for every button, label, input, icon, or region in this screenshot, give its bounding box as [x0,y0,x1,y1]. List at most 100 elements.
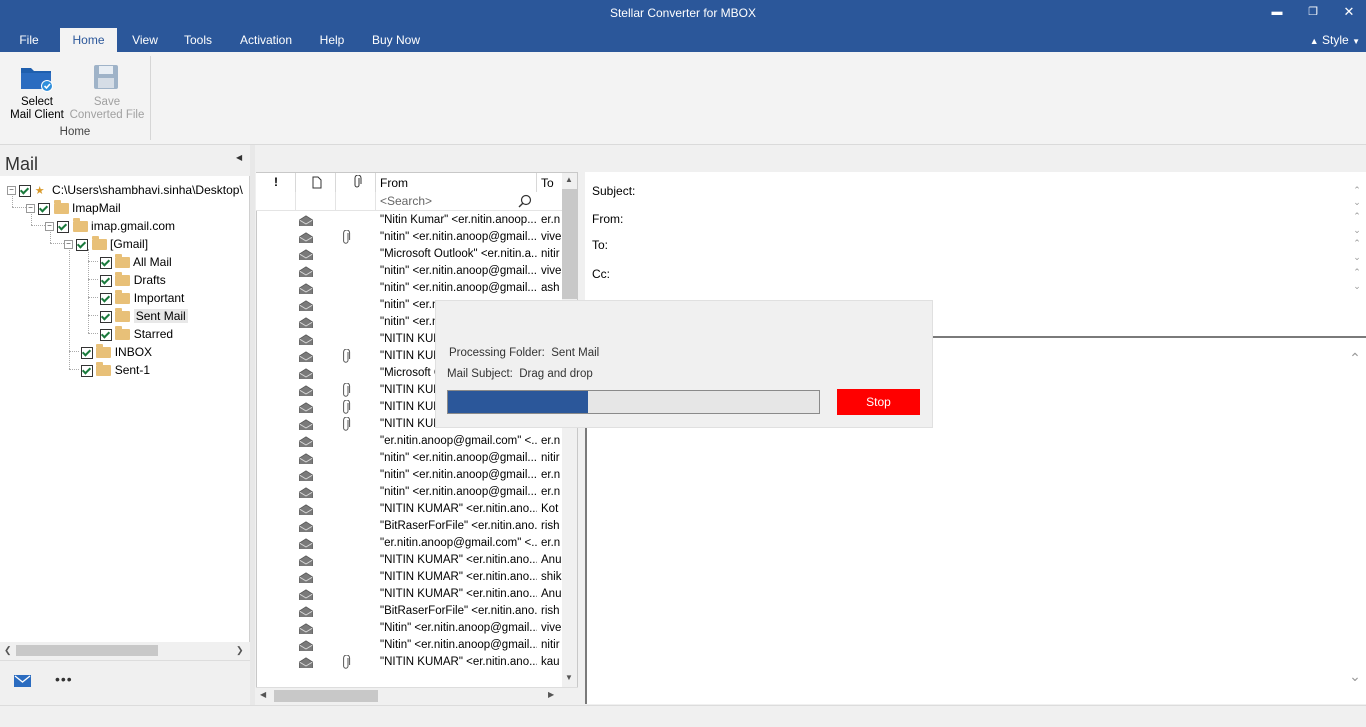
tree-item-drafts[interactable]: Drafts [100,271,166,289]
scroll-thumb[interactable] [562,189,577,299]
scroll-thumb[interactable] [16,645,158,656]
checkbox[interactable] [100,292,112,305]
tree-item-sent-mail[interactable]: Sent Mail [100,307,188,325]
message-row[interactable]: "NITIN KUMAR" <er.nitin.ano... Anu [256,586,562,603]
collapse-pane-icon[interactable]: ◀ [236,153,242,162]
processing-folder-value: Sent Mail [551,347,600,359]
message-row[interactable]: "Nitin" <er.nitin.anoop@gmail.... nitir [256,637,562,654]
collapse-icon[interactable]: − [26,204,35,214]
folder-icon [96,344,112,359]
message-row[interactable]: "BitRaserForFile" <er.nitin.ano... rish [256,603,562,620]
scroll-right-icon[interactable]: ▶ [548,690,554,699]
checkbox[interactable] [100,256,112,269]
envelope-open-icon [299,232,313,243]
checkbox[interactable] [100,328,112,341]
chevron-down-icon[interactable]: ⌄ [1351,225,1363,236]
checkbox[interactable] [81,364,93,377]
tree-item-sent-1[interactable]: Sent-1 [81,361,150,379]
message-row[interactable]: "nitin" <er.nitin.anoop@gmail.... vive [256,229,562,246]
message-row[interactable]: "nitin" <er.nitin.anoop@gmail.... er.n [256,467,562,484]
message-row[interactable]: "nitin" <er.nitin.anoop@gmail.... ash [256,280,562,297]
chevron-up-icon[interactable]: ⌃ [1351,211,1363,222]
message-row[interactable]: "er.nitin.anoop@gmail.com" <... er.n [256,433,562,450]
envelope-icon[interactable] [14,675,31,687]
message-from: "Microsoft Outlook" <er.nitin.a... [380,248,537,260]
chevron-up-icon[interactable]: ⌃ [1351,267,1363,278]
checkbox[interactable] [76,238,89,251]
checkbox[interactable] [57,220,70,233]
checkbox[interactable] [100,310,112,323]
message-row[interactable]: "NITIN KUMAR" <er.nitin.ano... Anu [256,552,562,569]
stop-button[interactable]: Stop [837,389,920,415]
collapse-icon[interactable]: − [45,222,54,232]
from-column-header[interactable]: From [380,176,408,190]
scroll-up-icon[interactable]: ⌃ [1349,350,1361,367]
minimize-icon[interactable]: ▬ [1266,4,1288,20]
checkbox[interactable] [38,202,51,215]
scroll-down-icon[interactable]: ⌄ [1349,668,1361,685]
scroll-right-icon[interactable]: ❯ [236,645,244,656]
message-list-vertical-scrollbar[interactable]: ▲ ▼ [562,173,577,687]
message-row[interactable]: "Nitin Kumar" <er.nitin.anoop... er.n [256,212,562,229]
scroll-thumb[interactable] [274,690,378,702]
tree-item-inbox[interactable]: INBOX [81,343,152,361]
importance-column-header[interactable]: ! [274,175,278,189]
message-row[interactable]: "BitRaserForFile" <er.nitin.ano... rish [256,518,562,535]
search-icon[interactable] [518,194,532,208]
tree-item-starred[interactable]: Starred [100,325,173,343]
chevron-up-icon[interactable]: ⌃ [1351,238,1363,249]
checkbox[interactable] [19,184,32,197]
checkbox[interactable] [81,346,93,359]
scroll-up-icon[interactable]: ▲ [565,175,573,184]
tree-label: Sent-1 [114,363,151,377]
chevron-down-icon[interactable]: ⌄ [1351,281,1363,292]
select-mail-client-button[interactable]: Select Mail Client [6,58,68,124]
tree-horizontal-scrollbar[interactable]: ❮ ❯ [0,642,249,659]
message-row[interactable]: "Nitin" <er.nitin.anoop@gmail.... vive [256,620,562,637]
tab-activation[interactable]: Activation [232,28,300,52]
chevron-down-icon[interactable]: ⌄ [1351,197,1363,208]
scroll-down-icon[interactable]: ▼ [565,673,573,682]
envelope-open-icon [299,606,313,617]
tab-buy-now[interactable]: Buy Now [363,28,429,52]
style-menu[interactable]: ▲ Style ▼ [1310,28,1360,52]
message-row[interactable]: "NITIN KUMAR" <er.nitin.ano... Kot [256,501,562,518]
collapse-icon[interactable]: − [7,186,16,196]
to-column-header[interactable]: To [541,176,554,190]
tab-file[interactable]: File [8,28,50,52]
tree-item-root[interactable]: − ★ C:\Users\shambhavi.sinha\Desktop\ [7,181,243,199]
tree-item-imapmail[interactable]: − ImapMail [26,199,121,217]
checkbox[interactable] [100,274,112,287]
chevron-up-icon[interactable]: ⌃ [1351,185,1363,196]
message-row[interactable]: "nitin" <er.nitin.anoop@gmail.... vive [256,263,562,280]
message-row[interactable]: "Microsoft Outlook" <er.nitin.a... nitir [256,246,562,263]
tree-item-gmail[interactable]: − [Gmail] [64,235,148,253]
document-icon[interactable] [312,176,322,189]
message-row[interactable]: "er.nitin.anoop@gmail.com" <... er.n [256,535,562,552]
message-row[interactable]: "nitin" <er.nitin.anoop@gmail.... er.n [256,484,562,501]
message-row[interactable]: "nitin" <er.nitin.anoop@gmail.... nitir [256,450,562,467]
scroll-left-icon[interactable]: ❮ [4,645,12,656]
close-icon[interactable]: ✕ [1338,4,1360,20]
tree-item-imap-gmail[interactable]: − imap.gmail.com [45,217,175,235]
restore-icon[interactable]: ❐ [1302,4,1324,20]
tab-tools[interactable]: Tools [175,28,221,52]
collapse-icon[interactable]: − [64,240,73,250]
pane-splitter[interactable] [250,145,255,705]
message-row[interactable]: "NITIN KUMAR" <er.nitin.ano... shik [256,569,562,586]
message-row[interactable]: "NITIN KUMAR" <er.nitin.ano... kau [256,654,562,671]
message-list-horizontal-scrollbar[interactable]: ◀ ▶ [256,687,578,705]
tab-view[interactable]: View [123,28,167,52]
more-options-icon[interactable]: ••• [55,671,73,687]
tab-home[interactable]: Home [60,28,117,52]
save-converted-file-button[interactable]: Save Converted File [68,58,146,124]
sidebar-header: Mail ◀ [0,145,252,175]
tab-help[interactable]: Help [311,28,353,52]
scroll-left-icon[interactable]: ◀ [260,690,266,699]
tree-item-all-mail[interactable]: All Mail [100,253,172,271]
search-input[interactable]: <Search> [380,194,432,208]
tree-item-important[interactable]: Important [100,289,184,307]
paperclip-icon[interactable] [354,175,362,189]
envelope-open-icon [299,317,313,328]
chevron-down-icon[interactable]: ⌄ [1351,252,1363,263]
